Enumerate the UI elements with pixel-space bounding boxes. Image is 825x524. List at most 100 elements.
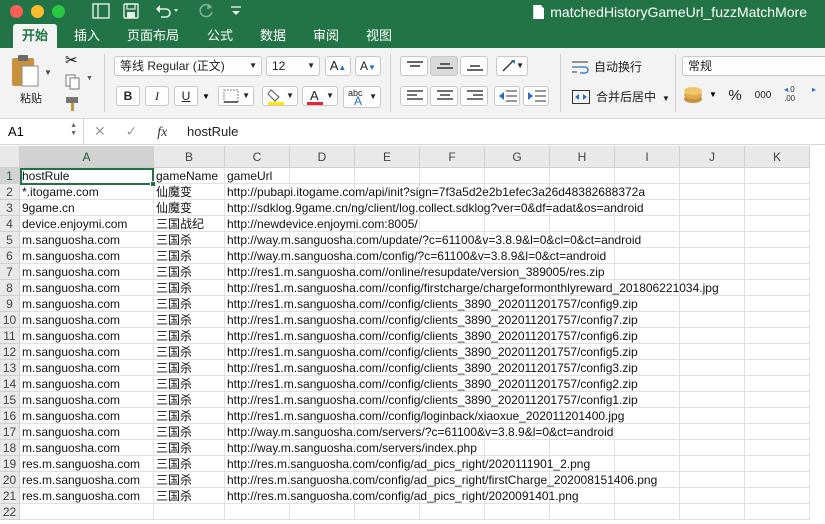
cell-b12[interactable]: 三国杀 xyxy=(154,344,225,360)
cell-k18[interactable] xyxy=(745,440,810,456)
borders-button[interactable]: ▼ xyxy=(218,86,254,106)
cell-a4[interactable]: device.enjoymi.com xyxy=(20,216,154,232)
cell-c12[interactable]: http://res1.m.sanguosha.com//config/clie… xyxy=(225,344,638,360)
phonetic-guide-button[interactable]: abc A ▼ xyxy=(343,86,381,108)
undo-icon[interactable] xyxy=(155,3,181,21)
cell-i22[interactable] xyxy=(615,504,680,520)
cut-icon[interactable]: ✂ xyxy=(65,51,78,69)
tab-page-layout[interactable]: 页面布局 xyxy=(127,24,179,48)
cell-c16[interactable]: http://res1.m.sanguosha.com//config/logi… xyxy=(225,408,624,424)
customize-toolbar-icon[interactable] xyxy=(230,3,242,21)
cell-j16[interactable] xyxy=(680,408,745,424)
copy-dropdown-icon[interactable]: ▼ xyxy=(86,75,93,82)
cell-c7[interactable]: http://res1.m.sanguosha.com//online/resu… xyxy=(225,264,605,280)
cell-a12[interactable]: m.sanguosha.com xyxy=(20,344,154,360)
cell-j11[interactable] xyxy=(680,328,745,344)
cell-c21[interactable]: http://res.m.sanguosha.com/config/ad_pic… xyxy=(225,488,579,504)
cell-b15[interactable]: 三国杀 xyxy=(154,392,225,408)
tab-formulas[interactable]: 公式 xyxy=(207,24,233,48)
underline-button[interactable]: U xyxy=(174,86,198,106)
cell-c2[interactable]: http://pubapi.itogame.com/api/init?sign=… xyxy=(225,184,645,200)
italic-button[interactable]: I xyxy=(145,86,169,106)
cell-g1[interactable] xyxy=(485,168,550,184)
comma-style-button[interactable]: 000 xyxy=(750,86,776,106)
tab-home[interactable]: 开始 xyxy=(13,24,58,48)
cell-a9[interactable]: m.sanguosha.com xyxy=(20,296,154,312)
cell-b3[interactable]: 仙魔变 xyxy=(154,200,225,216)
row-header[interactable]: 18 xyxy=(0,440,20,456)
cell-i19[interactable] xyxy=(615,456,680,472)
cell-i18[interactable] xyxy=(615,440,680,456)
cell-a20[interactable]: res.m.sanguosha.com xyxy=(20,472,154,488)
row-header[interactable]: 9 xyxy=(0,296,20,312)
row-header[interactable]: 14 xyxy=(0,376,20,392)
column-header-g[interactable]: G xyxy=(485,146,550,168)
cell-b2[interactable]: 仙魔变 xyxy=(154,184,225,200)
cell-b19[interactable]: 三国杀 xyxy=(154,456,225,472)
row-header[interactable]: 4 xyxy=(0,216,20,232)
font-size-select[interactable]: 12 ▼ xyxy=(266,56,320,76)
font-color-button[interactable]: A ▼ xyxy=(302,86,338,106)
cell-j14[interactable] xyxy=(680,376,745,392)
close-window-button[interactable] xyxy=(10,5,23,18)
underline-dropdown-icon[interactable]: ▼ xyxy=(202,92,210,101)
cell-j4[interactable] xyxy=(680,216,745,232)
tab-review[interactable]: 审阅 xyxy=(313,24,339,48)
column-header-c[interactable]: C xyxy=(225,146,290,168)
cell-k22[interactable] xyxy=(745,504,810,520)
increase-decimal-button[interactable]: ◂.0.00 xyxy=(784,85,808,109)
row-header[interactable]: 22 xyxy=(0,504,20,520)
cell-b4[interactable]: 三国战纪 xyxy=(154,216,225,232)
cell-j17[interactable] xyxy=(680,424,745,440)
cell-i1[interactable] xyxy=(615,168,680,184)
cell-c20[interactable]: http://res.m.sanguosha.com/config/ad_pic… xyxy=(225,472,657,488)
row-header[interactable]: 1 xyxy=(0,168,20,184)
column-header-f[interactable]: F xyxy=(420,146,485,168)
cell-a18[interactable]: m.sanguosha.com xyxy=(20,440,154,456)
cell-b21[interactable]: 三国杀 xyxy=(154,488,225,504)
cell-b16[interactable]: 三国杀 xyxy=(154,408,225,424)
cell-a13[interactable]: m.sanguosha.com xyxy=(20,360,154,376)
cell-b1[interactable]: gameName xyxy=(154,168,225,184)
cell-k7[interactable] xyxy=(745,264,810,280)
formula-input[interactable]: hostRule xyxy=(187,119,238,144)
cell-c10[interactable]: http://res1.m.sanguosha.com//config/clie… xyxy=(225,312,638,328)
cell-j7[interactable] xyxy=(680,264,745,280)
align-left-button[interactable] xyxy=(400,86,428,106)
cell-k16[interactable] xyxy=(745,408,810,424)
row-header[interactable]: 20 xyxy=(0,472,20,488)
row-header[interactable]: 13 xyxy=(0,360,20,376)
decrease-decimal-button[interactable]: ▸ xyxy=(812,85,825,109)
column-header-i[interactable]: I xyxy=(615,146,680,168)
cell-k19[interactable] xyxy=(745,456,810,472)
cell-j15[interactable] xyxy=(680,392,745,408)
font-name-select[interactable]: 等线 Regular (正文) ▼ xyxy=(114,56,262,76)
cell-a7[interactable]: m.sanguosha.com xyxy=(20,264,154,280)
cell-j22[interactable] xyxy=(680,504,745,520)
cell-k15[interactable] xyxy=(745,392,810,408)
cell-c15[interactable]: http://res1.m.sanguosha.com//config/clie… xyxy=(225,392,638,408)
name-box[interactable]: A1 ▲ ▼ xyxy=(0,119,84,144)
paste-dropdown-icon[interactable]: ▼ xyxy=(44,68,52,77)
row-header[interactable]: 12 xyxy=(0,344,20,360)
cell-c17[interactable]: http://way.m.sanguosha.com/servers/?c=61… xyxy=(225,424,613,440)
cell-k14[interactable] xyxy=(745,376,810,392)
cell-j2[interactable] xyxy=(680,184,745,200)
row-header[interactable]: 21 xyxy=(0,488,20,504)
cell-a6[interactable]: m.sanguosha.com xyxy=(20,248,154,264)
cell-j3[interactable] xyxy=(680,200,745,216)
row-header[interactable]: 5 xyxy=(0,232,20,248)
fill-color-button[interactable]: ▼ xyxy=(262,86,298,106)
name-box-stepper-icon[interactable]: ▲ ▼ xyxy=(70,122,77,138)
cell-a10[interactable]: m.sanguosha.com xyxy=(20,312,154,328)
spreadsheet-grid[interactable]: A B C D E F G H I J K 1 hostRule gameName gameUrl 2 *.it… xyxy=(0,146,825,524)
cell-j18[interactable] xyxy=(680,440,745,456)
cell-f22[interactable] xyxy=(420,504,485,520)
bold-button[interactable]: B xyxy=(116,86,140,106)
cell-b9[interactable]: 三国杀 xyxy=(154,296,225,312)
cell-a3[interactable]: 9game.cn xyxy=(20,200,154,216)
cell-d22[interactable] xyxy=(290,504,355,520)
merge-center-button[interactable]: 合并后居中 ▼ xyxy=(572,87,672,107)
cancel-icon[interactable]: ✕ xyxy=(94,123,106,139)
cell-k21[interactable] xyxy=(745,488,810,504)
